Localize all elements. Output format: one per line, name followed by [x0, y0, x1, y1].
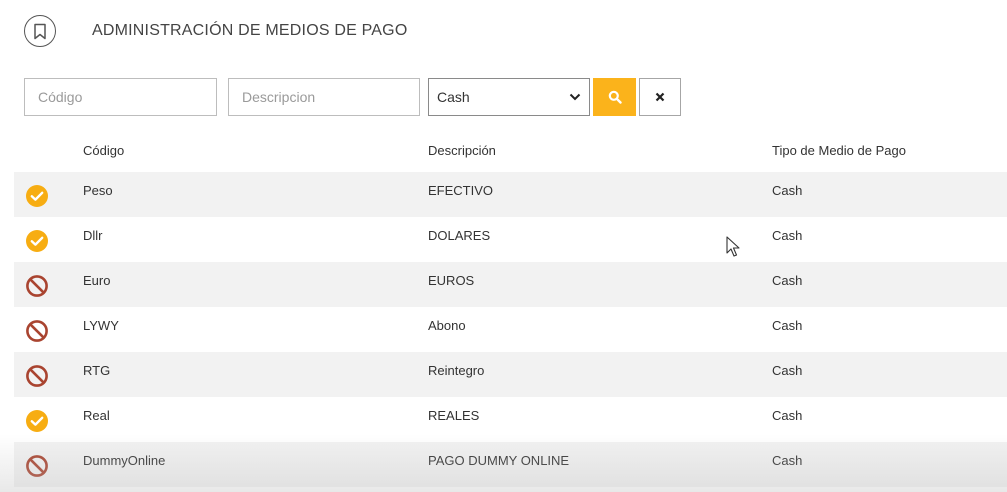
tipo-medio-pago-select[interactable]: Cash [428, 78, 590, 116]
close-icon [655, 92, 665, 102]
column-header-tipo[interactable]: Tipo de Medio de Pago [772, 143, 906, 158]
ban-icon [26, 455, 48, 477]
cell-descripcion: REALES [428, 408, 480, 423]
table-row[interactable]: Real REALES Cash [14, 397, 1007, 442]
cell-tipo: Cash [772, 183, 803, 198]
table-body: Peso EFECTIVO Cash Dllr DOLARES Cash Euro EUROS… [14, 172, 1007, 487]
check-circle-icon [26, 185, 48, 207]
cell-codigo: Dllr [83, 228, 103, 243]
mouse-cursor-icon [726, 236, 740, 257]
cell-descripcion: Reintegro [428, 363, 485, 378]
page-title: ADMINISTRACIÓN DE MEDIOS DE PAGO [92, 22, 408, 39]
cell-tipo: Cash [772, 273, 803, 288]
cell-codigo: RTG [83, 363, 111, 378]
table-row[interactable]: RTG Reintegro Cash [14, 352, 1007, 397]
cell-codigo: Peso [83, 183, 113, 198]
column-header-codigo[interactable]: Código [83, 143, 124, 158]
ban-icon [26, 275, 48, 297]
check-circle-icon [26, 230, 48, 252]
medios-pago-table: Código Descripción Tipo de Medio de Pago… [14, 128, 1007, 487]
cell-tipo: Cash [772, 363, 803, 378]
cell-tipo: Cash [772, 318, 803, 333]
search-icon [608, 90, 622, 104]
chevron-down-icon [569, 93, 581, 101]
descripcion-input[interactable] [228, 78, 420, 116]
clear-button[interactable] [639, 78, 681, 116]
page-header: ADMINISTRACIÓN DE MEDIOS DE PAGO [24, 12, 407, 50]
ban-icon [26, 365, 48, 387]
table-header: Código Descripción Tipo de Medio de Pago [14, 128, 1007, 172]
table-row[interactable]: LYWY Abono Cash [14, 307, 1007, 352]
cell-descripcion: DOLARES [428, 228, 491, 243]
table-row[interactable]: Dllr DOLARES Cash [14, 217, 1007, 262]
cell-codigo: Euro [83, 273, 111, 288]
cell-codigo: DummyOnline [83, 453, 166, 468]
table-row[interactable]: DummyOnline PAGO DUMMY ONLINE Cash [14, 442, 1007, 487]
column-header-descripcion[interactable]: Descripción [428, 143, 496, 158]
cell-descripcion: EFECTIVO [428, 183, 494, 198]
table-row[interactable]: Euro EUROS Cash [14, 262, 1007, 307]
check-circle-icon [26, 410, 48, 432]
ban-icon [26, 320, 48, 342]
cell-codigo: LYWY [83, 318, 119, 333]
tipo-select-value: Cash [437, 89, 470, 105]
codigo-input[interactable] [24, 78, 217, 116]
table-row[interactable]: Peso EFECTIVO Cash [14, 172, 1007, 217]
cell-tipo: Cash [772, 453, 803, 468]
search-button[interactable] [593, 78, 636, 116]
cell-descripcion: Abono [428, 318, 466, 333]
cell-tipo: Cash [772, 228, 803, 243]
cell-descripcion: PAGO DUMMY ONLINE [428, 453, 570, 468]
cell-descripcion: EUROS [428, 273, 475, 288]
cell-codigo: Real [83, 408, 110, 423]
bookmark-icon[interactable] [24, 15, 56, 47]
cell-tipo: Cash [772, 408, 803, 423]
